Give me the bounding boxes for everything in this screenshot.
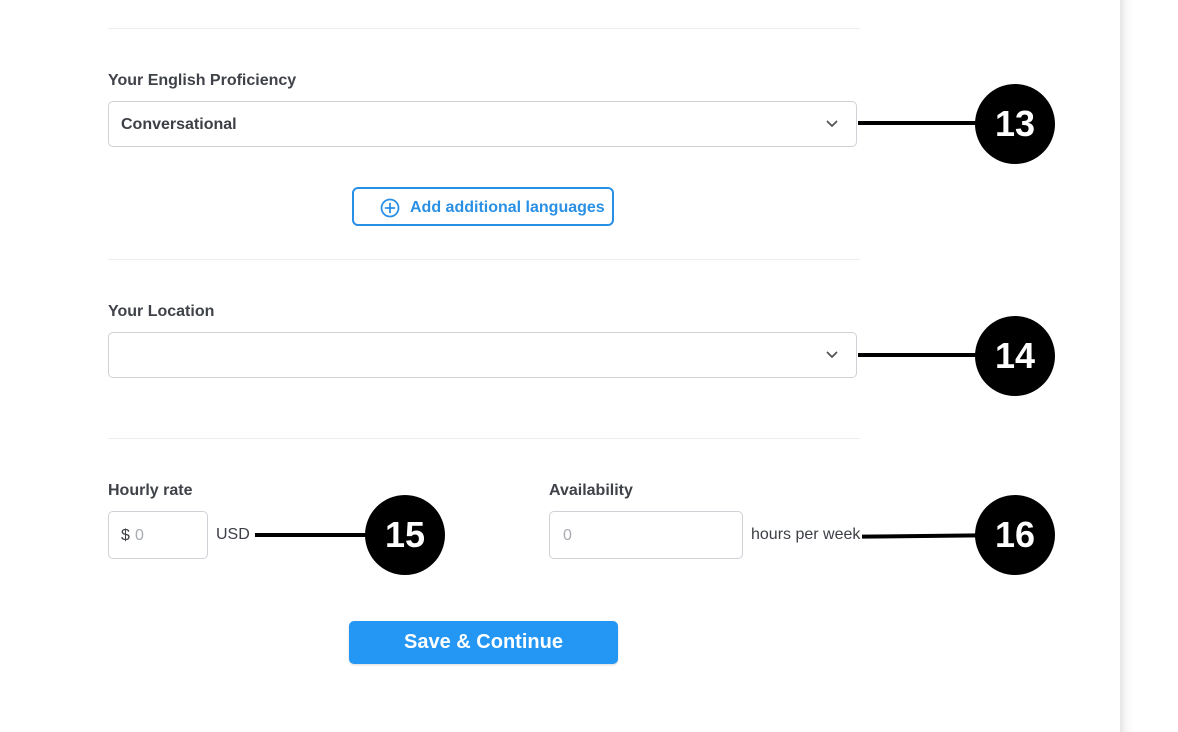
hourly-rate-unit: USD [216, 526, 250, 543]
callout-badge: 16 [975, 495, 1055, 575]
add-languages-label: Add additional languages [410, 199, 605, 216]
availability-input[interactable]: 0 [549, 511, 743, 559]
location-label: Your Location [108, 303, 215, 320]
location-select[interactable] [108, 332, 857, 378]
chevron-down-icon [826, 351, 838, 358]
hourly-rate-input[interactable]: $ 0 [108, 511, 208, 559]
save-continue-button[interactable]: Save & Continue [349, 621, 618, 664]
callout-badge: 13 [975, 84, 1055, 164]
add-languages-button[interactable]: Add additional languages [352, 187, 614, 226]
english-proficiency-select[interactable]: Conversational [108, 101, 857, 147]
hourly-rate-placeholder: 0 [135, 527, 144, 544]
english-proficiency-value: Conversational [121, 116, 237, 133]
availability-placeholder: 0 [563, 527, 572, 544]
form-panel: Your English Proficiency Conversational … [0, 0, 1120, 732]
callout-line [255, 533, 367, 537]
panel-edge-shadow [1120, 0, 1178, 732]
callout-line [858, 353, 978, 357]
callout-badge: 14 [975, 316, 1055, 396]
english-proficiency-label: Your English Proficiency [108, 72, 297, 89]
callout-line [858, 121, 978, 125]
hourly-rate-label: Hourly rate [108, 482, 193, 499]
plus-circle-icon [380, 198, 400, 218]
currency-prefix: $ [121, 527, 130, 544]
section-divider [108, 28, 860, 29]
availability-label: Availability [549, 482, 633, 499]
callout-badge: 15 [365, 495, 445, 575]
section-divider [108, 438, 860, 439]
chevron-down-icon [826, 120, 838, 127]
availability-unit: hours per week [751, 526, 861, 543]
section-divider [108, 259, 860, 260]
